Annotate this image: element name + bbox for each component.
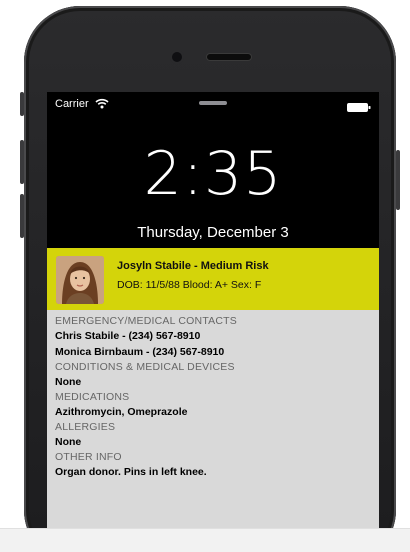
section-label-medications: MEDICATIONS	[55, 391, 130, 403]
medical-id-details: EMERGENCY/MEDICAL CONTACTS Chris Stabile…	[47, 310, 379, 528]
speaker-grille	[207, 54, 251, 60]
wifi-icon	[95, 96, 109, 114]
status-bar: Carrier	[47, 92, 379, 112]
power-button	[396, 150, 400, 210]
section-label-allergies: ALLERGIES	[55, 421, 116, 433]
camera-icon	[172, 52, 182, 62]
medications-value: Azithromycin, Omeprazole	[55, 406, 188, 418]
volume-down-button	[20, 194, 24, 238]
notification-grabber[interactable]	[199, 101, 227, 105]
lock-screen-time: 2:35	[143, 139, 283, 209]
carrier-label: Carrier	[55, 98, 89, 110]
lock-screen-date: Thursday, December 3	[137, 224, 289, 241]
patient-name: Josyln Stabile - Medium Risk	[117, 260, 269, 272]
medical-id-header[interactable]: Josyln Stabile - Medium Risk DOB: 11/5/8…	[47, 248, 379, 310]
conditions-value: None	[55, 376, 82, 388]
battery-icon	[347, 99, 371, 117]
emergency-contact[interactable]: Chris Stabile - (234) 567-8910	[55, 328, 371, 344]
page-bottom-bar	[0, 528, 410, 552]
patient-details: DOB: 11/5/88 Blood: A+ Sex: F	[117, 279, 262, 291]
volume-up-button	[20, 140, 24, 184]
section-label-contacts: EMERGENCY/MEDICAL CONTACTS	[55, 315, 237, 327]
emergency-contact[interactable]: Monica Birnbaum - (234) 567-8910	[55, 344, 371, 360]
other-info-value: Organ donor. Pins in left knee.	[55, 466, 207, 478]
lock-screen: Carrier 2:35 Thursday, December 3 Josyln…	[47, 92, 379, 528]
avatar	[56, 256, 104, 304]
silent-switch	[20, 92, 24, 116]
medical-id-card[interactable]: Josyln Stabile - Medium Risk DOB: 11/5/8…	[47, 248, 379, 528]
section-label-conditions: CONDITIONS & MEDICAL DEVICES	[55, 361, 235, 373]
allergies-value: None	[55, 436, 82, 448]
section-label-other-info: OTHER INFO	[55, 451, 122, 463]
